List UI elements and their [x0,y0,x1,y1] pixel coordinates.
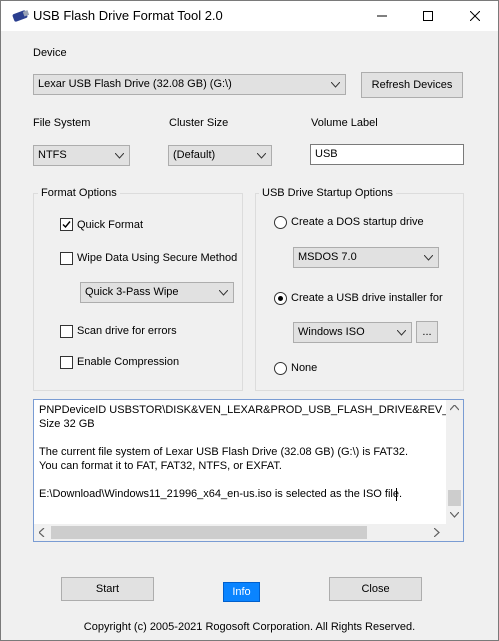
log-line: E:\Download\Windows11_21996_x64_en-us.is… [39,488,403,500]
browse-iso-label: ... [422,326,432,338]
info-button-label: Info [232,586,251,598]
quick-format-checkbox[interactable] [60,218,73,231]
chevron-down-icon [257,153,266,159]
usb-installer-label: Create a USB drive installer for [291,292,443,304]
cluster-size-select[interactable]: (Default) [168,145,272,166]
log-line: You can format it to FAT, FAT32, NTFS, o… [39,460,282,472]
dos-startup-label: Create a DOS startup drive [291,216,424,228]
log-vertical-scrollbar[interactable] [446,400,463,524]
cluster-size-value: (Default) [173,149,216,161]
log-horizontal-scrollbar[interactable] [34,524,446,541]
volume-label-label: Volume Label [311,117,378,129]
usb-installer-radio[interactable] [274,292,287,305]
chevron-down-icon[interactable] [450,512,459,518]
none-label: None [291,362,318,374]
device-select-value: Lexar USB Flash Drive (32.08 GB) (G:\) [38,78,232,90]
dos-startup-radio[interactable] [274,216,287,229]
quick-format-label: Quick Format [77,219,144,231]
volume-label-input[interactable]: USB [310,144,464,165]
browse-iso-button[interactable]: ... [416,321,438,343]
start-button-label: Start [95,583,120,595]
chevron-down-icon [397,330,406,336]
wipe-data-checkbox[interactable] [60,252,73,265]
dos-version-select[interactable]: MSDOS 7.0 [293,247,439,268]
log-output[interactable]: PNPDeviceID USBSTOR\DISK&VEN_LEXAR&PROD_… [33,399,464,542]
close-button-label: Close [361,583,390,595]
maximize-icon [423,11,433,21]
log-line: PNPDeviceID USBSTOR\DISK&VEN_LEXAR&PROD_… [39,404,446,416]
installer-source-select[interactable]: Windows ISO [293,322,412,343]
refresh-devices-label: Refresh Devices [371,79,453,91]
scan-errors-checkbox[interactable] [60,325,73,338]
usb-drive-icon [12,10,30,22]
checkmark-icon [62,221,71,229]
log-content: PNPDeviceID USBSTOR\DISK&VEN_LEXAR&PROD_… [34,400,446,524]
log-line: Size 32 GB [39,418,95,430]
close-window-button[interactable] [452,1,498,31]
chevron-down-icon [331,82,340,88]
window-title: USB Flash Drive Format Tool 2.0 [33,8,223,23]
refresh-devices-button[interactable]: Refresh Devices [361,72,463,98]
wipe-method-value: Quick 3-Pass Wipe [85,286,179,298]
chevron-up-icon[interactable] [450,405,459,411]
device-select[interactable]: Lexar USB Flash Drive (32.08 GB) (G:\) [33,74,346,95]
format-options-title: Format Options [38,187,120,199]
wipe-data-label: Wipe Data Using Secure Method [77,252,238,264]
file-system-select[interactable]: NTFS [33,145,130,166]
minimize-icon [377,15,387,17]
app-window: USB Flash Drive Format Tool 2.0 Device L… [0,0,499,641]
chevron-down-icon [424,255,433,261]
close-icon [470,11,480,21]
device-label: Device [33,47,67,59]
minimize-button[interactable] [359,1,405,31]
volume-label-value: USB [315,148,338,160]
dos-version-value: MSDOS 7.0 [298,251,357,263]
log-line: The current file system of Lexar USB Fla… [39,446,409,458]
installer-source-value: Windows ISO [298,326,365,338]
compression-label: Enable Compression [77,356,180,368]
chevron-down-icon [115,153,124,159]
scrollbar-corner [446,524,463,541]
info-button[interactable]: Info [223,582,260,602]
file-system-value: NTFS [38,149,67,161]
file-system-label: File System [33,117,91,129]
copyright-text: Copyright (c) 2005-2021 Rogosoft Corpora… [83,621,416,633]
wipe-method-select[interactable]: Quick 3-Pass Wipe [80,282,234,303]
vertical-scroll-thumb[interactable] [448,490,461,506]
chevron-left-icon[interactable] [39,528,45,537]
scan-errors-label: Scan drive for errors [77,325,177,337]
text-cursor [396,488,397,501]
compression-checkbox[interactable] [60,356,73,369]
start-button[interactable]: Start [61,577,154,601]
cluster-size-label: Cluster Size [169,117,229,129]
startup-options-title: USB Drive Startup Options [259,187,396,199]
chevron-right-icon[interactable] [434,528,440,537]
none-radio[interactable] [274,362,287,375]
chevron-down-icon [219,290,228,296]
close-button[interactable]: Close [329,577,422,601]
title-bar[interactable]: USB Flash Drive Format Tool 2.0 [1,1,498,31]
maximize-button[interactable] [405,1,451,31]
horizontal-scroll-thumb[interactable] [51,526,367,539]
